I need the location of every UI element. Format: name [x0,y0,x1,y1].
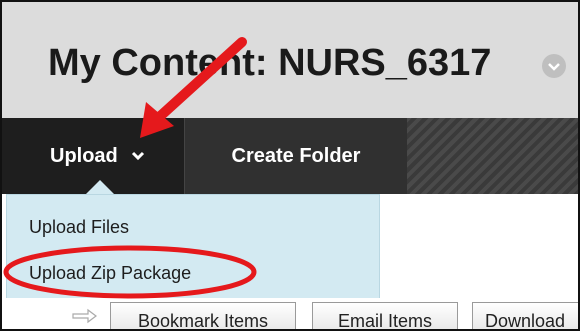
upload-button-label: Upload [50,144,118,167]
upload-dropdown-menu: Upload Files Upload Zip Package [6,194,380,301]
dropdown-caret [86,180,114,194]
chevron-down-circle-icon-shape [548,63,560,71]
arrow-right-icon [72,308,98,324]
menu-item-upload-files[interactable]: Upload Files [29,217,129,238]
create-folder-button[interactable]: Create Folder [184,118,407,194]
toolbar-pattern [406,118,578,194]
email-items-button[interactable]: Email Items [312,302,458,329]
chevron-down-icon [130,148,146,164]
bookmark-items-button[interactable]: Bookmark Items [110,302,296,329]
download-button[interactable]: Download [472,302,578,329]
menu-item-upload-zip-package[interactable]: Upload Zip Package [29,263,191,284]
page-header: My Content: NURS_6317 [2,2,578,118]
content-collection-window: My Content: NURS_6317 Upload Create Fold… [0,0,580,331]
page-title: My Content: NURS_6317 [48,42,492,84]
secondary-action-bar: Bookmark Items Email Items Download [2,298,578,329]
chevron-down-circle-icon[interactable] [542,54,566,78]
